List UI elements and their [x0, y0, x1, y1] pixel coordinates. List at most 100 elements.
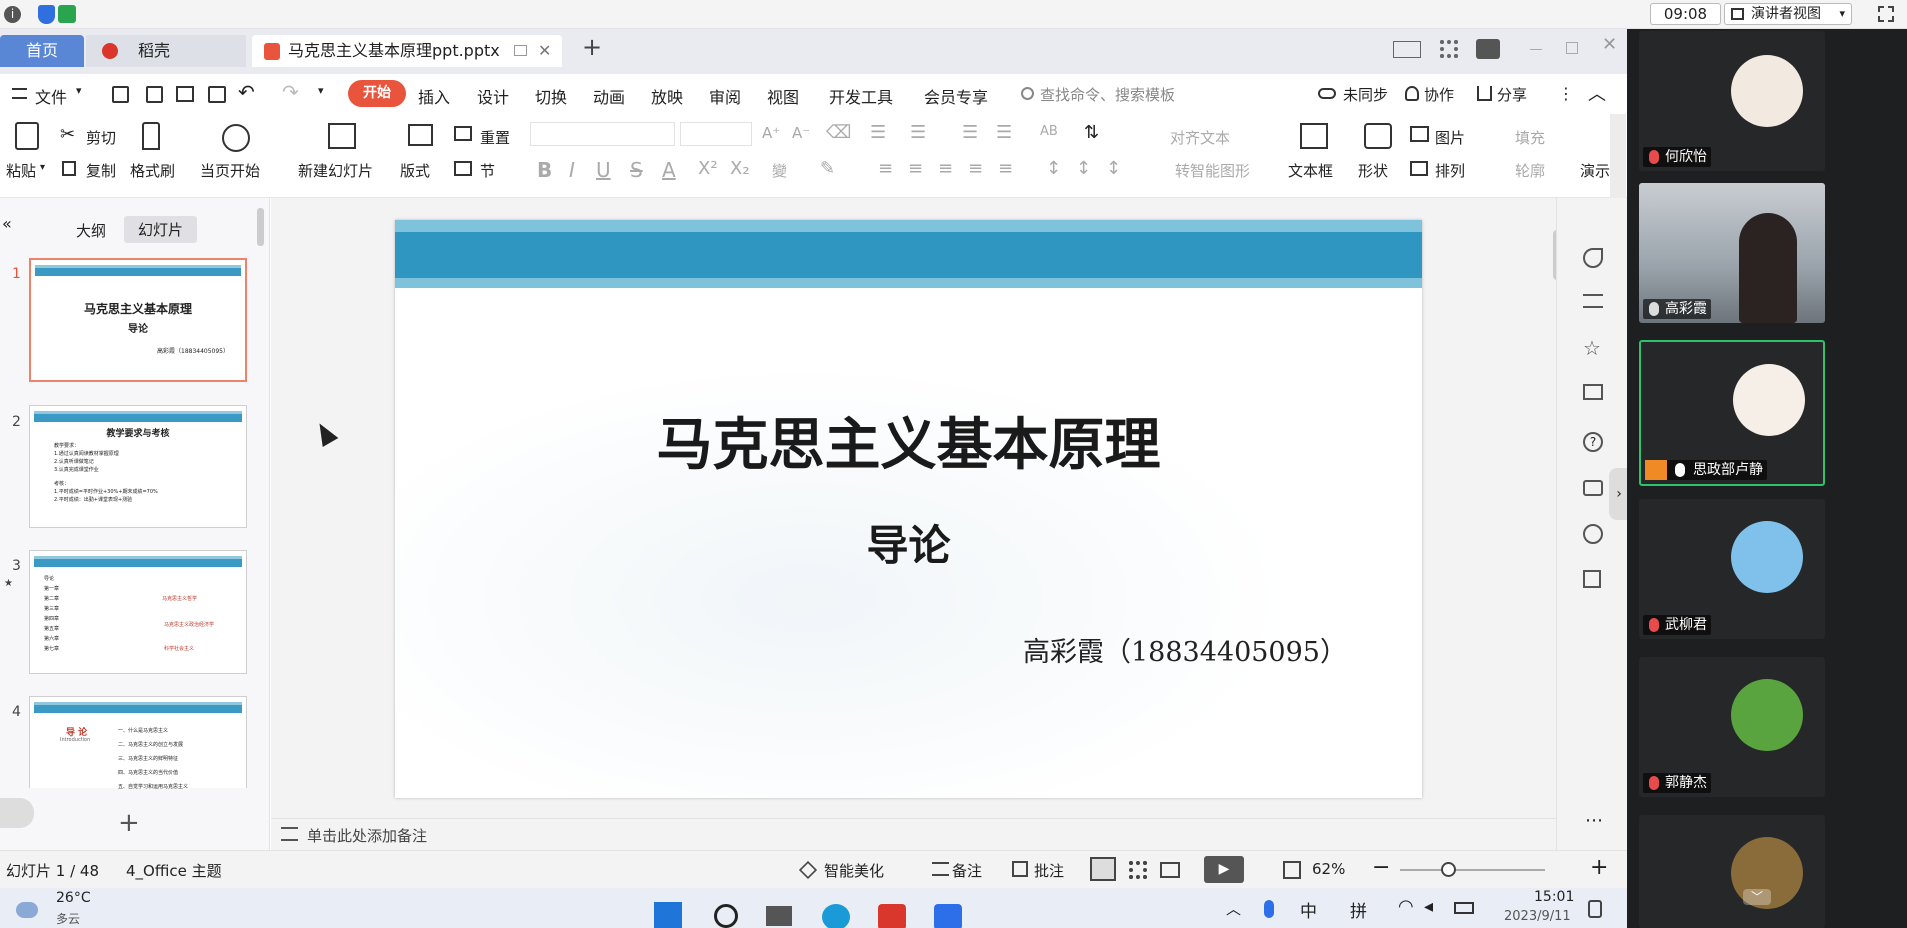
help-icon[interactable]: ?: [1583, 432, 1603, 452]
superscript-icon[interactable]: X²: [698, 158, 718, 179]
menu-start[interactable]: 开始: [348, 80, 406, 107]
char-spacing-icon[interactable]: AB: [1040, 124, 1058, 139]
weather-icon[interactable]: [16, 902, 38, 918]
task-view-icon[interactable]: [766, 906, 792, 926]
close-window-icon[interactable]: ✕: [1602, 34, 1617, 55]
print-preview-icon[interactable]: [208, 86, 226, 103]
font-grow-icon[interactable]: A⁺: [762, 124, 780, 142]
ime-pinyin[interactable]: 拼: [1350, 897, 1367, 922]
numbered-list-icon[interactable]: ☰: [910, 122, 926, 143]
normal-view-icon[interactable]: [1090, 857, 1116, 881]
sync-status[interactable]: 未同步: [1343, 84, 1388, 105]
tab-slides[interactable]: 幻灯片: [124, 216, 198, 243]
font-shrink-icon[interactable]: A⁻: [792, 124, 810, 142]
meeting-app-icon[interactable]: [934, 904, 962, 928]
more-horizontal-icon[interactable]: ⋯: [1585, 810, 1603, 831]
volume-icon[interactable]: ◂: [1424, 896, 1433, 917]
distribute-icon[interactable]: ≡: [998, 158, 1013, 179]
shield-icon[interactable]: [38, 5, 55, 24]
textbox-button[interactable]: 文本框: [1288, 160, 1333, 181]
scroll-down-icon[interactable]: ﹀: [1743, 889, 1771, 905]
wifi-icon[interactable]: ◠: [1398, 896, 1414, 917]
collapse-panel-icon[interactable]: «: [2, 214, 12, 233]
menu-membership[interactable]: 会员专享: [924, 84, 988, 108]
user-avatar-icon[interactable]: [1476, 39, 1500, 59]
presenter-view-dropdown[interactable]: 演讲者视图 ▾: [1724, 3, 1852, 25]
customize-qat-icon[interactable]: ▾: [318, 84, 324, 97]
settings-sliders-icon[interactable]: [1583, 294, 1603, 308]
share-button[interactable]: 分享: [1497, 84, 1527, 105]
align-left-icon[interactable]: ≡: [878, 158, 893, 179]
participant-card[interactable]: [1639, 815, 1825, 928]
zoom-slider-thumb[interactable]: [1441, 862, 1456, 877]
command-search-input[interactable]: 查找命令、搜索模板: [1040, 84, 1175, 105]
outline-button[interactable]: 轮廓: [1515, 160, 1545, 181]
fill-button[interactable]: 填充: [1515, 127, 1545, 148]
spacing-options-icon[interactable]: ↕: [1106, 158, 1121, 179]
fit-window-icon[interactable]: [1283, 861, 1301, 879]
layout-icon[interactable]: [1393, 41, 1421, 58]
underline-icon[interactable]: U: [596, 158, 611, 182]
compass-icon[interactable]: [1583, 524, 1603, 544]
align-center-icon[interactable]: ≡: [908, 158, 923, 179]
save-icon[interactable]: [112, 86, 129, 103]
menu-animation[interactable]: 动画: [593, 84, 625, 108]
paste-icon[interactable]: [15, 122, 39, 150]
menu-developer[interactable]: 开发工具: [829, 84, 893, 108]
menu-design[interactable]: 设计: [477, 84, 509, 108]
participant-card[interactable]: 何欣怡: [1639, 31, 1825, 171]
notes-bar[interactable]: 单击此处添加备注: [271, 818, 1556, 850]
camera-icon[interactable]: [1583, 480, 1603, 496]
slide-thumbnail-2[interactable]: 教学要求与考核 教学要求： 1.通过认真阅读教材掌握原理 2.认真听课做笔记 3…: [29, 405, 247, 528]
menu-file[interactable]: 文件: [35, 84, 67, 108]
zoom-out-button[interactable]: −: [1372, 855, 1390, 880]
smart-beautify-button[interactable]: 智能美化: [824, 860, 884, 881]
bold-icon[interactable]: B: [537, 158, 552, 182]
align-text-button[interactable]: 对齐文本: [1170, 127, 1230, 148]
slide-author[interactable]: 高彩霞（18834405095）: [1023, 630, 1347, 669]
monitor-icon[interactable]: [514, 45, 527, 56]
zoom-in-button[interactable]: +: [1590, 855, 1608, 880]
participant-card[interactable]: 郭静杰: [1639, 657, 1825, 797]
tab-outline[interactable]: 大纲: [76, 220, 106, 241]
star-pin-icon[interactable]: ☆: [1583, 336, 1601, 360]
undo-icon[interactable]: ↶: [238, 80, 255, 104]
current-slide[interactable]: 马克思主义基本原理 导论 高彩霞（18834405095）: [395, 220, 1422, 798]
info-icon[interactable]: i: [4, 6, 21, 23]
layout-button[interactable]: 版式: [400, 160, 430, 181]
collab-button[interactable]: 协作: [1424, 84, 1454, 105]
screen-share-icon[interactable]: [1583, 384, 1603, 400]
from-current-button[interactable]: 当页开始: [200, 160, 260, 181]
slide-title[interactable]: 马克思主义基本原理: [395, 400, 1422, 481]
add-slide-plus-icon[interactable]: +: [118, 808, 140, 838]
shape-button[interactable]: 形状: [1358, 160, 1388, 181]
minimize-icon[interactable]: [1530, 49, 1542, 50]
copy-button[interactable]: 复制: [86, 160, 116, 181]
phonetic-icon[interactable]: 變: [772, 160, 787, 181]
play-slideshow-button[interactable]: ▶: [1204, 856, 1244, 883]
paste-button[interactable]: 粘贴: [6, 160, 36, 181]
menu-transition[interactable]: 切换: [535, 84, 567, 108]
reset-button[interactable]: 重置: [480, 127, 510, 148]
font-family-select[interactable]: [530, 122, 675, 146]
cut-button[interactable]: 剪切: [86, 127, 116, 148]
battery-icon[interactable]: [1454, 902, 1474, 914]
bullet-list-icon[interactable]: ☰: [870, 122, 886, 143]
menu-insert[interactable]: 插入: [418, 84, 450, 108]
format-painter-button[interactable]: 格式刷: [130, 160, 175, 181]
reading-view-icon[interactable]: [1160, 862, 1180, 878]
ribbon-scrollbar[interactable]: [1610, 114, 1626, 198]
increase-indent-icon[interactable]: ☰: [996, 122, 1012, 143]
justify-icon[interactable]: ≡: [968, 158, 983, 179]
line-spacing-icon[interactable]: ↕: [1046, 158, 1061, 179]
tab-pptx-file[interactable]: 马克思主义基本原理ppt.pptx ✕: [252, 35, 562, 67]
collapse-ribbon-icon[interactable]: ︿: [1588, 80, 1606, 106]
tray-chevron-icon[interactable]: ︿: [1226, 898, 1241, 919]
cube-icon[interactable]: [1583, 570, 1601, 588]
tab-home[interactable]: 首页: [0, 35, 84, 67]
slide-thumbnail-4[interactable]: 导 论 Introduction 一、什么是马克思主义 二、马克思主义的创立与发…: [29, 696, 247, 790]
tab-daoke[interactable]: 稻壳: [86, 35, 246, 67]
slide-sorter-icon[interactable]: [1129, 861, 1147, 879]
rocket-icon[interactable]: [1583, 248, 1603, 268]
menu-slideshow[interactable]: 放映: [651, 84, 683, 108]
